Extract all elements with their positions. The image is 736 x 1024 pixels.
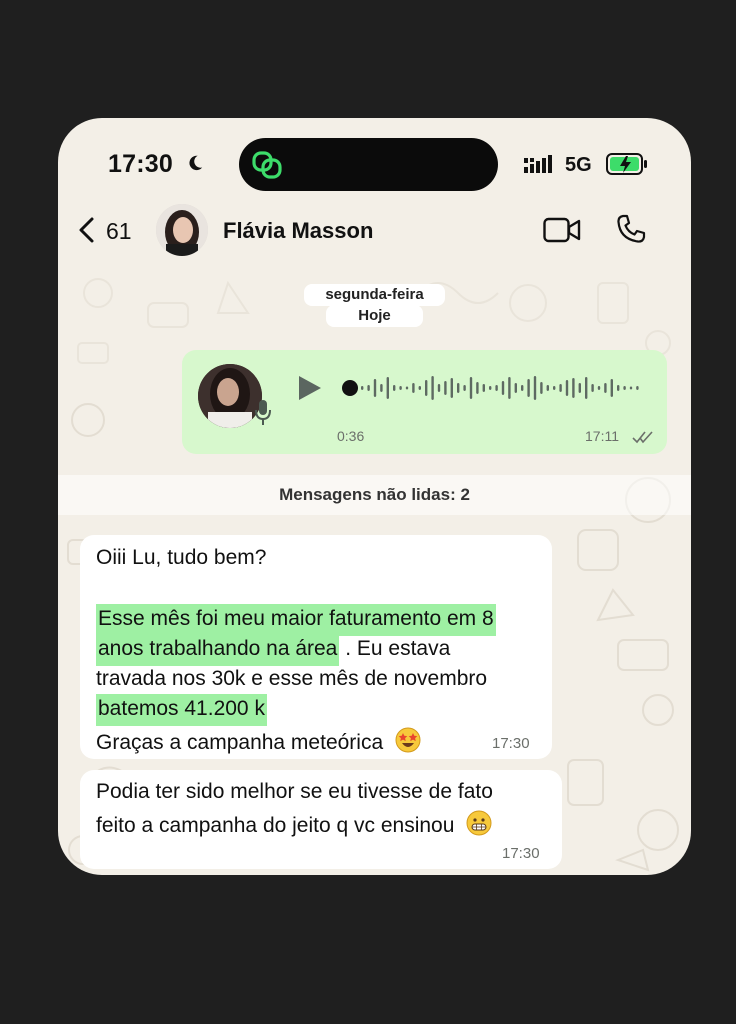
waveform-bar xyxy=(527,379,530,397)
waveform-bar xyxy=(604,383,607,393)
waveform-bar xyxy=(386,377,389,399)
waveform-bar xyxy=(469,377,473,399)
link-icon xyxy=(252,151,282,179)
waveform-bar xyxy=(482,384,485,392)
waveform-bar xyxy=(495,385,498,391)
waveform-bar xyxy=(572,378,575,398)
back-unread-count[interactable]: 61 xyxy=(106,218,132,245)
dynamic-island xyxy=(239,138,498,191)
phone-screen: 17:30 5G 61 Flávia Masson segunda-feira … xyxy=(58,118,691,875)
waveform-bar xyxy=(546,385,549,391)
waveform-bar xyxy=(617,385,620,391)
message-timestamp: 17:30 xyxy=(492,735,530,752)
waveform-bar xyxy=(399,386,402,390)
message-text: Graças a campanha meteórica xyxy=(96,731,384,754)
waveform-bar xyxy=(565,380,569,396)
waveform-bar xyxy=(361,386,364,390)
playback-scrubber[interactable] xyxy=(342,380,358,396)
waveform-bar xyxy=(623,386,626,390)
waveform-bar xyxy=(425,380,428,396)
waveform-bar xyxy=(367,385,370,391)
message-bubble[interactable]: Podia ter sido melhor se eu tivesse de f… xyxy=(80,770,562,869)
message-text: . Eu estava xyxy=(339,637,451,660)
message-line: feito a campanha do jeito q vc ensinou xyxy=(96,810,492,838)
waveform-bar xyxy=(540,382,543,394)
waveform-bar xyxy=(444,381,447,395)
waveform-bar xyxy=(418,386,421,390)
waveform-bar xyxy=(597,386,601,390)
message-bubble[interactable]: Oiii Lu, tudo bem? Esse mês foi meu maio… xyxy=(80,535,552,759)
waveform-bar xyxy=(373,379,377,397)
waveform-bar xyxy=(578,383,581,393)
microphone-icon xyxy=(255,400,271,425)
waveform-bar xyxy=(636,386,639,390)
waveform-bar xyxy=(559,384,562,392)
signal-icon xyxy=(524,155,552,173)
read-ticks-icon xyxy=(632,431,653,444)
voice-message-bubble[interactable]: 0:36 17:11 xyxy=(182,350,667,454)
contact-avatar[interactable] xyxy=(156,204,208,256)
audio-waveform[interactable] xyxy=(357,368,647,408)
phone-call-icon[interactable] xyxy=(616,214,646,244)
status-time: 17:30 xyxy=(108,150,173,178)
message-line: Esse mês foi meu maior faturamento em 8 xyxy=(96,604,496,636)
waveform-bar xyxy=(514,383,517,393)
waveform-bar xyxy=(463,385,466,391)
waveform-bar xyxy=(489,386,492,390)
message-text: feito a campanha do jeito q vc ensinou xyxy=(96,814,455,837)
waveform-bar xyxy=(457,383,460,393)
waveform-bar xyxy=(393,385,396,391)
video-call-icon[interactable] xyxy=(543,217,581,243)
waveform-bar xyxy=(508,377,511,399)
waveform-bar xyxy=(610,379,613,397)
waveform-bar xyxy=(412,383,415,393)
waveform-bar xyxy=(437,384,441,392)
star-struck-emoji-icon xyxy=(395,727,421,753)
contact-name[interactable]: Flávia Masson xyxy=(223,218,373,244)
back-chevron-icon[interactable] xyxy=(76,216,98,244)
moon-icon xyxy=(189,155,203,171)
message-timestamp: 17:30 xyxy=(502,845,540,862)
date-chip-day: segunda-feira xyxy=(304,284,445,306)
play-icon[interactable] xyxy=(297,374,323,402)
unread-messages-banner: Mensagens não lidas: 2 xyxy=(58,475,691,515)
message-line: anos trabalhando na área . Eu estava xyxy=(96,634,451,666)
waveform-bar xyxy=(585,377,588,399)
highlighted-text: anos trabalhando na área xyxy=(96,634,340,666)
waveform-bar xyxy=(476,382,479,394)
voice-duration: 0:36 xyxy=(337,428,365,444)
message-line: Oiii Lu, tudo bem? xyxy=(96,546,267,569)
network-label: 5G xyxy=(565,154,592,176)
highlighted-text: batemos 41.200 k xyxy=(96,694,267,726)
waveform-bar xyxy=(521,385,524,391)
message-line: travada nos 30k e esse mês de novembro xyxy=(96,667,488,690)
voice-timestamp: 17:11 xyxy=(585,428,619,444)
waveform-bar xyxy=(629,386,633,390)
waveform-bar xyxy=(431,376,434,400)
message-line: Podia ter sido melhor se eu tivesse de f… xyxy=(96,780,493,803)
date-chip-today: Hoje xyxy=(326,305,423,327)
waveform-bar xyxy=(405,386,409,390)
highlighted-text: Esse mês foi meu maior faturamento em 8 xyxy=(96,604,496,636)
message-line: batemos 41.200 k xyxy=(96,694,267,726)
waveform-bar xyxy=(380,384,383,392)
grimacing-emoji-icon xyxy=(466,810,492,836)
waveform-bar xyxy=(591,384,594,392)
message-line: Graças a campanha meteórica xyxy=(96,727,421,755)
waveform-bar xyxy=(533,376,537,400)
waveform-bar xyxy=(553,386,556,390)
waveform-bar xyxy=(501,381,505,395)
battery-charging-icon xyxy=(606,153,647,175)
waveform-bar xyxy=(450,378,453,398)
